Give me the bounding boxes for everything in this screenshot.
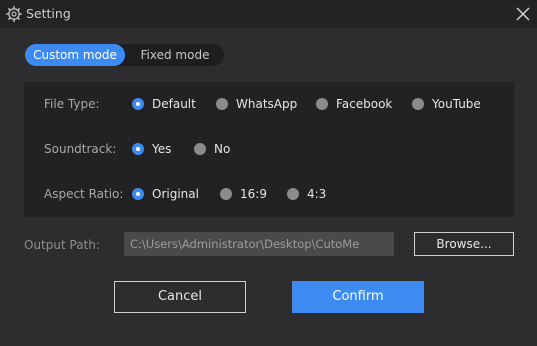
- title-bar[interactable]: Setting: [0, 0, 537, 28]
- radio-label: No: [214, 142, 231, 156]
- radio-label: Facebook: [336, 97, 393, 111]
- cancel-button[interactable]: Cancel: [114, 281, 246, 313]
- browse-button[interactable]: Browse...: [414, 232, 514, 256]
- output-path-label: Output Path:: [24, 238, 100, 252]
- tab-fixed-mode[interactable]: Fixed mode: [126, 44, 224, 66]
- radio-label: YouTube: [432, 97, 481, 111]
- radio-selected-icon: [132, 143, 144, 155]
- radio-label: 16:9: [240, 187, 267, 201]
- confirm-button[interactable]: Confirm: [292, 281, 424, 313]
- radio-unselected-icon: [287, 188, 299, 200]
- aspect-ratio-label: Aspect Ratio:: [44, 187, 124, 201]
- radio-unselected-icon: [412, 98, 424, 110]
- radio-file-type-default[interactable]: Default: [132, 97, 196, 111]
- radio-aspect-4-3[interactable]: 4:3: [287, 187, 326, 201]
- mode-toggle: Custom mode Fixed mode: [25, 44, 224, 66]
- radio-label: Default: [152, 97, 196, 111]
- settings-dialog: Setting Custom mode Fixed mode File Type…: [0, 0, 537, 346]
- radio-label: Original: [152, 187, 199, 201]
- radio-soundtrack-no[interactable]: No: [194, 142, 230, 156]
- radio-unselected-icon: [194, 143, 206, 155]
- radio-selected-icon: [132, 188, 144, 200]
- radio-file-type-facebook[interactable]: Facebook: [316, 97, 392, 111]
- radio-label: WhatsApp: [236, 97, 298, 111]
- radio-unselected-icon: [220, 188, 232, 200]
- radio-label: Yes: [152, 142, 172, 156]
- radio-aspect-original[interactable]: Original: [132, 187, 199, 201]
- radio-soundtrack-yes[interactable]: Yes: [132, 142, 171, 156]
- radio-label: 4:3: [307, 187, 327, 201]
- radio-unselected-icon: [216, 98, 228, 110]
- radio-unselected-icon: [316, 98, 328, 110]
- file-type-label: File Type:: [44, 97, 100, 111]
- window-title: Setting: [26, 6, 71, 21]
- radio-aspect-16-9[interactable]: 16:9: [220, 187, 267, 201]
- radio-file-type-whatsapp[interactable]: WhatsApp: [216, 97, 297, 111]
- tab-custom-mode[interactable]: Custom mode: [25, 44, 125, 66]
- radio-file-type-youtube[interactable]: YouTube: [412, 97, 481, 111]
- output-path-input[interactable]: C:\Users\Administrator\Desktop\CutoMe: [124, 232, 394, 256]
- close-icon[interactable]: [515, 6, 531, 22]
- soundtrack-label: Soundtrack:: [44, 142, 117, 156]
- radio-selected-icon: [132, 98, 144, 110]
- options-panel: File Type: Default WhatsApp Facebook You…: [24, 82, 514, 217]
- gear-icon: [6, 6, 22, 22]
